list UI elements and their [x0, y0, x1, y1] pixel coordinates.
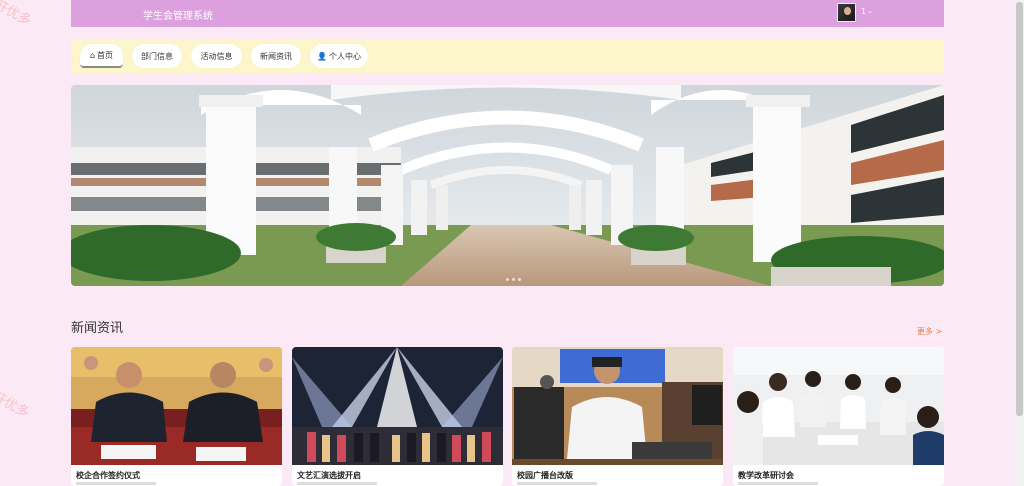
banner-carousel[interactable] — [71, 85, 944, 286]
tab-label: 个人中心 — [328, 51, 361, 61]
tab-home[interactable]: ⌂ 首页 — [80, 44, 123, 68]
carousel-dot[interactable] — [512, 278, 515, 281]
avatar[interactable] — [837, 3, 856, 22]
watermark: 开优多 — [0, 389, 32, 422]
news-summary-placeholder — [76, 482, 156, 485]
tab-departments[interactable]: 部门信息 — [132, 44, 182, 68]
news-card[interactable]: 校园广播台改版 — [512, 347, 723, 486]
news-title: 教学改革研讨会 — [738, 471, 794, 480]
news-title: 校企合作签约仪式 — [76, 471, 140, 480]
tab-news[interactable]: 新闻资讯 — [251, 44, 301, 68]
carousel-dot[interactable] — [506, 278, 509, 281]
news-image — [512, 347, 723, 465]
news-card[interactable]: 文艺汇演选拔开启 — [292, 347, 503, 486]
news-card[interactable]: 教学改革研讨会 — [733, 347, 944, 486]
tab-label: 新闻资讯 — [260, 51, 292, 61]
news-image — [71, 347, 282, 465]
chevron-down-icon[interactable]: ⌄ — [867, 7, 873, 15]
news-card[interactable]: 校企合作签约仪式 — [71, 347, 282, 486]
user-icon: 👤 — [317, 51, 327, 61]
news-section-title: 新闻资讯 — [71, 321, 124, 336]
main-nav: ⌂ 首页 部门信息 活动信息 新闻资讯 👤 个人中心 — [71, 40, 944, 73]
scrollbar-thumb[interactable] — [1016, 2, 1023, 416]
tab-label: 首页 — [97, 50, 114, 60]
tab-profile[interactable]: 👤 个人中心 — [310, 44, 368, 68]
more-news-link[interactable]: 更多 > — [917, 326, 942, 337]
news-summary-placeholder — [517, 482, 597, 485]
news-image — [733, 347, 944, 465]
tab-label: 活动信息 — [200, 51, 233, 61]
news-summary-placeholder — [738, 482, 818, 485]
news-title: 文艺汇演选拔开启 — [297, 471, 361, 480]
news-title: 校园广播台改版 — [517, 471, 573, 480]
news-summary-placeholder — [297, 482, 377, 485]
tab-label: 部门信息 — [141, 51, 173, 61]
user-name[interactable]: 1 — [861, 7, 866, 16]
tab-activities[interactable]: 活动信息 — [191, 44, 242, 68]
banner-image — [71, 85, 944, 286]
carousel-indicators[interactable] — [506, 278, 521, 281]
top-header: 学生会管理系统 1 ⌄ — [71, 0, 944, 27]
news-image — [292, 347, 503, 465]
app-title: 学生会管理系统 — [143, 11, 213, 22]
watermark: 开优多 — [0, 0, 34, 30]
home-icon: ⌂ — [89, 50, 96, 60]
carousel-dot[interactable] — [518, 278, 521, 281]
